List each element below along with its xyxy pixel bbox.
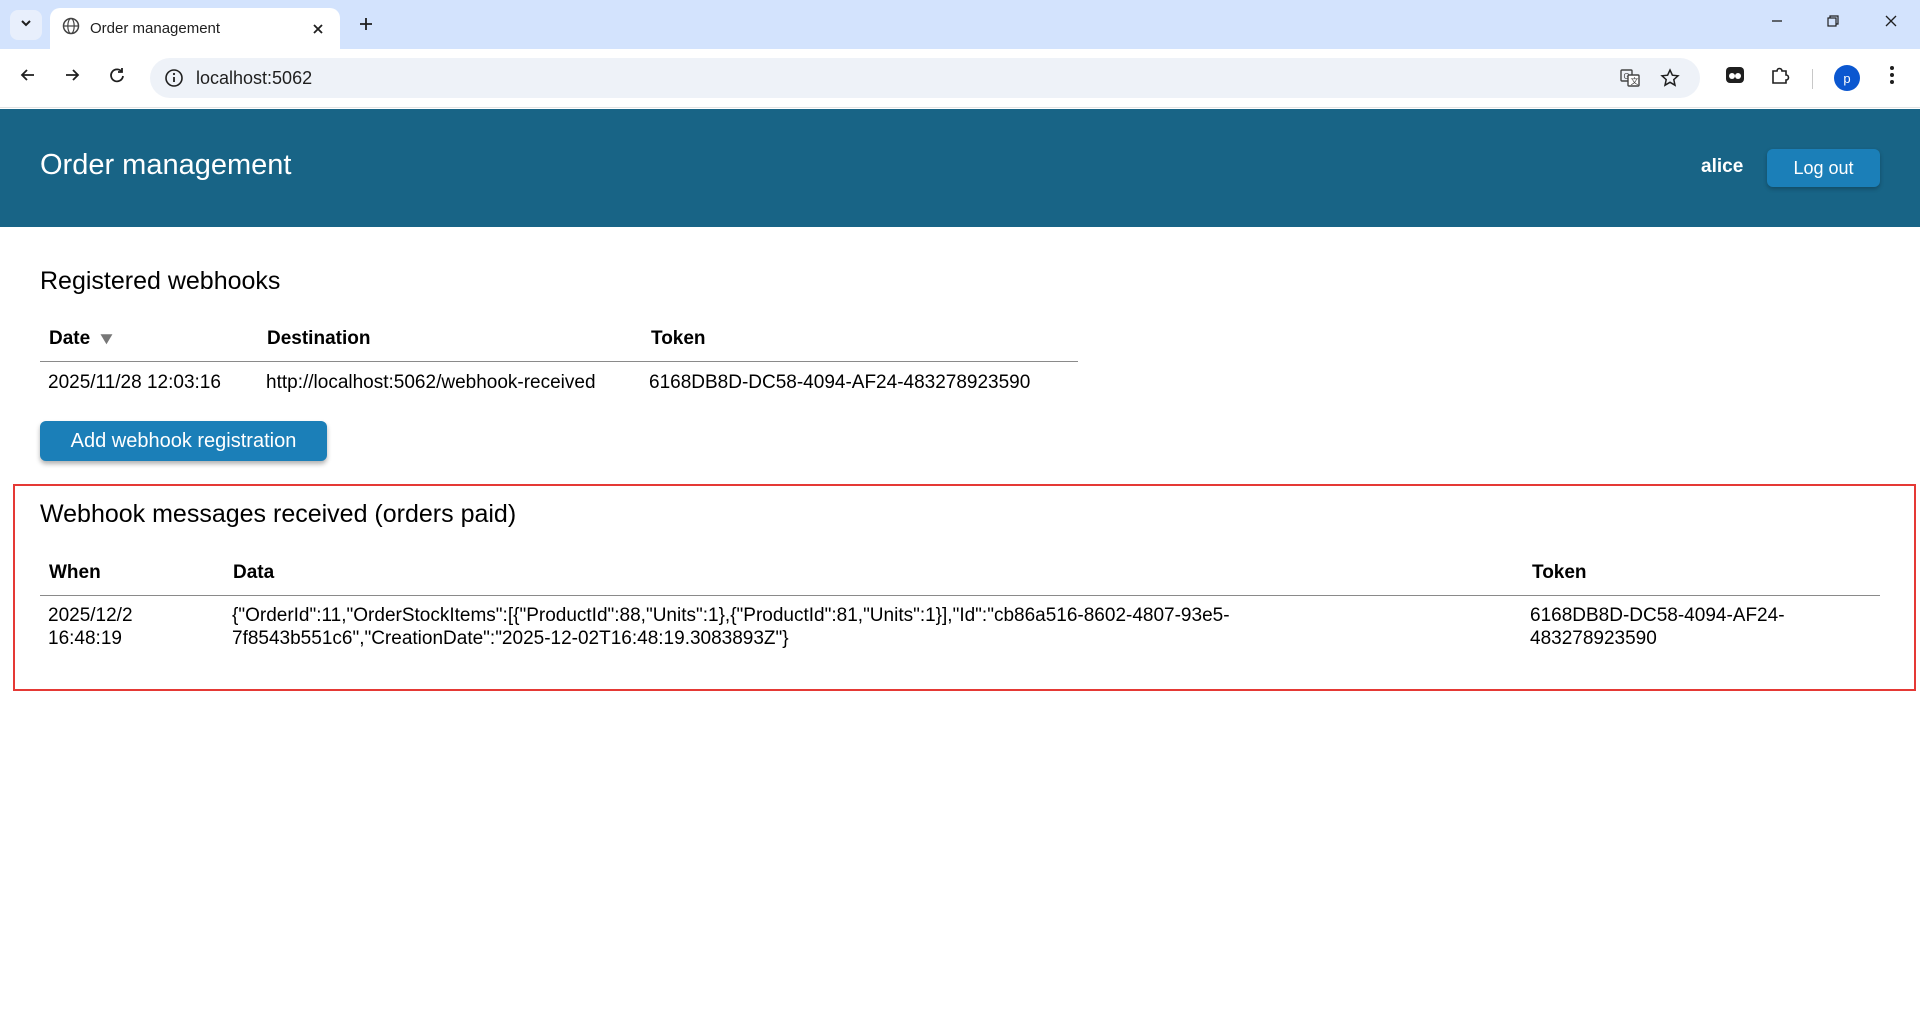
browser-tabstrip: Order management — [0, 0, 1920, 49]
webhook-destination: http://localhost:5062/webhook-received — [266, 372, 596, 393]
message-token-line: 483278923590 — [1530, 628, 1657, 649]
kebab-menu-icon — [1889, 65, 1895, 90]
arrow-left-icon — [19, 66, 37, 89]
column-header-date[interactable]: Date ▼ — [49, 328, 117, 350]
table-row: 2025/11/28 12:03:16 http://localhost:506… — [40, 362, 1078, 402]
plus-icon — [358, 16, 374, 37]
forward-button[interactable] — [54, 59, 90, 95]
message-token: 6168DB8D-DC58-4094-AF24- 483278923590 — [1530, 604, 1785, 650]
browser-toolbar: localhost:5062 G文 p — [0, 49, 1920, 108]
message-when: 2025/12/2 16:48:19 — [48, 604, 133, 650]
message-when-time: 16:48:19 — [48, 628, 122, 649]
minimize-button[interactable] — [1754, 8, 1800, 38]
info-icon[interactable] — [164, 68, 184, 93]
webhook-token: 6168DB8D-DC58-4094-AF24-483278923590 — [649, 372, 1031, 393]
app-header: Order management alice Log out — [0, 109, 1920, 227]
chevron-down-icon — [19, 16, 33, 35]
translate-icon[interactable]: G文 — [1616, 64, 1644, 92]
column-header-token: Token — [651, 328, 706, 349]
page-title: Order management — [40, 149, 292, 181]
webhooks-table-header: Date ▼ Destination Token — [40, 320, 1078, 362]
profile-avatar[interactable]: p — [1834, 65, 1860, 91]
minimize-icon — [1770, 14, 1784, 33]
svg-text:文: 文 — [1631, 76, 1639, 86]
browser-tab-active[interactable]: Order management — [50, 8, 340, 49]
column-header-data: Data — [233, 562, 275, 583]
column-header-destination: Destination — [267, 328, 371, 349]
current-user-name: alice — [1701, 156, 1744, 177]
column-header-date-label: Date — [49, 328, 91, 349]
message-when-date: 2025/12/2 — [48, 605, 133, 626]
reload-button[interactable] — [99, 59, 135, 95]
close-icon — [1884, 14, 1898, 33]
browser-menu-button[interactable] — [1876, 61, 1908, 93]
table-row: 2025/12/2 16:48:19 {"OrderId":11,"OrderS… — [40, 596, 1880, 656]
close-icon[interactable] — [308, 19, 328, 39]
back-button[interactable] — [10, 59, 46, 95]
tab-title: Order management — [90, 20, 221, 37]
registered-webhooks-heading: Registered webhooks — [40, 267, 281, 295]
webhook-messages-heading: Webhook messages received (orders paid) — [40, 500, 517, 528]
message-token-line: 6168DB8D-DC58-4094-AF24- — [1530, 605, 1785, 626]
sort-desc-icon: ▼ — [96, 329, 117, 348]
url-text[interactable]: localhost:5062 — [196, 68, 312, 89]
restore-button[interactable] — [1810, 8, 1856, 38]
logout-button[interactable]: Log out — [1767, 149, 1880, 187]
message-data: {"OrderId":11,"OrderStockItems":[{"Produ… — [232, 604, 1230, 650]
restore-icon — [1826, 14, 1840, 33]
puzzle-icon — [1769, 64, 1791, 91]
webhook-date: 2025/11/28 12:03:16 — [48, 372, 221, 393]
extensions-button[interactable] — [1764, 61, 1796, 93]
window-close-button[interactable] — [1868, 8, 1914, 38]
extension-app-icon — [1724, 64, 1746, 91]
toolbar-divider — [1812, 69, 1813, 89]
new-tab-button[interactable] — [352, 12, 380, 40]
globe-icon — [62, 17, 80, 40]
extension-app-button[interactable] — [1719, 61, 1751, 93]
messages-table-header: When Data Token — [40, 554, 1880, 596]
message-data-line: {"OrderId":11,"OrderStockItems":[{"Produ… — [232, 605, 1230, 626]
tab-search-button[interactable] — [10, 10, 42, 40]
add-webhook-registration-button[interactable]: Add webhook registration — [40, 421, 327, 461]
arrow-right-icon — [63, 66, 81, 89]
message-data-line: 7f8543b551c6","CreationDate":"2025-12-02… — [232, 628, 789, 649]
star-icon[interactable] — [1656, 64, 1684, 92]
column-header-message-token: Token — [1532, 562, 1587, 583]
address-bar[interactable]: localhost:5062 G文 — [150, 58, 1700, 98]
column-header-when: When — [49, 562, 101, 583]
reload-icon — [108, 66, 126, 89]
